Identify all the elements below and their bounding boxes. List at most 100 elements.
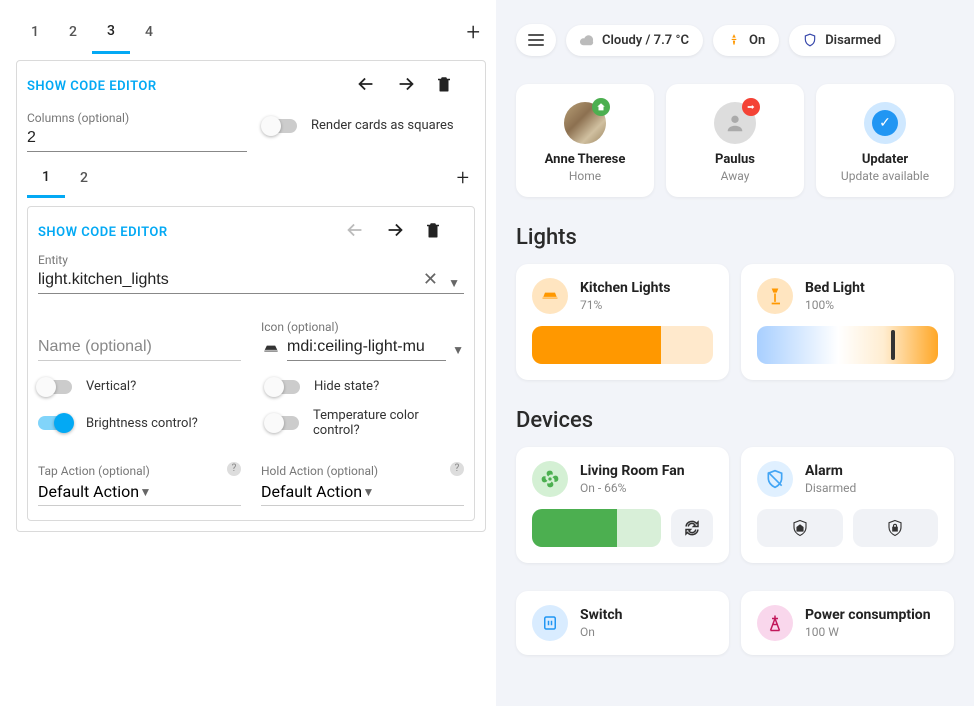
outer-tabs: 1 2 3 4 + bbox=[16, 12, 486, 52]
icon-dropdown-button[interactable]: ▼ bbox=[452, 343, 464, 357]
avatar bbox=[564, 102, 606, 144]
slider-handle[interactable] bbox=[891, 330, 895, 360]
show-code-editor-link[interactable]: SHOW CODE EDITOR bbox=[27, 79, 157, 94]
delete-button[interactable] bbox=[435, 74, 475, 94]
hold-action-help-icon[interactable]: ? bbox=[450, 462, 464, 476]
inner-tab-1[interactable]: 1 bbox=[27, 159, 65, 198]
brightness-toggle[interactable] bbox=[38, 416, 72, 430]
tab-2[interactable]: 2 bbox=[54, 12, 92, 52]
tile-title: Power consumption bbox=[805, 607, 931, 623]
weather-chip[interactable]: Cloudy / 7.7 °C bbox=[566, 25, 703, 56]
entity-input[interactable] bbox=[38, 267, 464, 294]
devices-row-2: Switch On Power consumption 100 W bbox=[516, 591, 954, 655]
vertical-toggle[interactable] bbox=[38, 380, 72, 394]
avatar: ✓ bbox=[864, 102, 906, 144]
name-input[interactable] bbox=[38, 334, 241, 361]
trash-icon bbox=[424, 220, 442, 240]
inner-move-right-button[interactable] bbox=[384, 219, 424, 241]
sync-icon bbox=[683, 519, 701, 537]
bed-light-tile[interactable]: Bed Light 100% bbox=[741, 264, 954, 380]
inner-move-left-button bbox=[344, 219, 384, 241]
person-sub: Away bbox=[676, 169, 794, 183]
arm-home-button[interactable] bbox=[757, 509, 843, 547]
tile-title: Kitchen Lights bbox=[580, 280, 670, 296]
alarm-tile[interactable]: Alarm Disarmed bbox=[741, 447, 954, 563]
arrow-right-icon bbox=[384, 219, 406, 241]
shield-icon bbox=[803, 33, 817, 47]
tab-1[interactable]: 1 bbox=[16, 12, 54, 52]
tile-title: Living Room Fan bbox=[580, 463, 685, 479]
tab-4[interactable]: 4 bbox=[130, 12, 168, 52]
brightness-slider[interactable] bbox=[532, 326, 713, 364]
person-card-2[interactable]: Paulus Away bbox=[666, 84, 804, 197]
icon-field-label: Icon (optional) bbox=[261, 320, 464, 334]
render-squares-label: Render cards as squares bbox=[311, 118, 454, 133]
temp-color-toggle[interactable] bbox=[266, 416, 299, 430]
tap-action-value: Default Action bbox=[38, 478, 140, 505]
tap-action-select[interactable]: Default Action ▼ bbox=[38, 478, 241, 506]
tile-title: Switch bbox=[580, 607, 622, 623]
person-sub: Update available bbox=[826, 169, 944, 183]
switch-tile[interactable]: Switch On bbox=[516, 591, 729, 655]
chip-row: Cloudy / 7.7 °C On Disarmed bbox=[516, 24, 954, 56]
hide-state-toggle[interactable] bbox=[266, 380, 300, 394]
person-card-3[interactable]: ✓ Updater Update available bbox=[816, 84, 954, 197]
tile-sub: Disarmed bbox=[805, 481, 856, 495]
inner-card-editor: SHOW CODE EDITOR Entity ✕ ▼ bbox=[27, 206, 475, 521]
person-card-1[interactable]: Anne Therese Home bbox=[516, 84, 654, 197]
arrow-left-icon bbox=[355, 73, 377, 95]
scene-text: On bbox=[749, 33, 765, 48]
tile-sub: On bbox=[580, 625, 622, 639]
inner-delete-button[interactable] bbox=[424, 220, 464, 240]
color-temp-slider[interactable] bbox=[757, 326, 938, 364]
alarm-chip-text: Disarmed bbox=[825, 33, 881, 48]
oscillate-button[interactable] bbox=[671, 509, 713, 547]
brightness-label: Brightness control? bbox=[86, 416, 198, 431]
hold-action-select[interactable]: Default Action ▼ bbox=[261, 478, 464, 506]
person-name: Updater bbox=[826, 152, 944, 167]
add-tab-button[interactable]: + bbox=[466, 18, 486, 46]
tab-3[interactable]: 3 bbox=[92, 11, 130, 54]
outlet-icon bbox=[532, 605, 568, 641]
ceiling-light-icon bbox=[261, 339, 281, 359]
entity-clear-button[interactable]: ✕ bbox=[423, 269, 438, 290]
person-name: Paulus bbox=[676, 152, 794, 167]
tap-action-help-icon[interactable]: ? bbox=[227, 462, 241, 476]
tap-action-label: Tap Action (optional) ? bbox=[38, 464, 241, 478]
tile-sub: On - 66% bbox=[580, 481, 685, 495]
fan-slider[interactable] bbox=[532, 509, 661, 547]
arrow-right-icon bbox=[395, 73, 417, 95]
inner-tab-2[interactable]: 2 bbox=[65, 160, 103, 196]
shield-off-icon bbox=[757, 461, 793, 497]
weather-text: Cloudy / 7.7 °C bbox=[602, 33, 689, 48]
kitchen-lights-tile[interactable]: Kitchen Lights 71% bbox=[516, 264, 729, 380]
inner-show-code-link[interactable]: SHOW CODE EDITOR bbox=[38, 225, 168, 240]
floor-lamp-icon bbox=[757, 278, 793, 314]
tile-sub: 100% bbox=[805, 298, 865, 312]
person-row: Anne Therese Home Paulus Away ✓ Updater … bbox=[516, 84, 954, 197]
power-tile[interactable]: Power consumption 100 W bbox=[741, 591, 954, 655]
hide-state-label: Hide state? bbox=[314, 379, 379, 394]
scene-chip[interactable]: On bbox=[713, 25, 779, 56]
cloud-icon bbox=[580, 33, 594, 47]
columns-input[interactable] bbox=[27, 125, 247, 152]
hold-action-value: Default Action bbox=[261, 478, 363, 505]
render-squares-toggle[interactable] bbox=[263, 119, 297, 133]
icon-input[interactable] bbox=[287, 334, 446, 361]
person-name: Anne Therese bbox=[526, 152, 644, 167]
move-left-button[interactable] bbox=[355, 73, 395, 95]
inner-tabs: 1 2 + bbox=[27, 160, 475, 196]
person-sub: Home bbox=[526, 169, 644, 183]
chevron-down-icon: ▼ bbox=[140, 481, 242, 503]
ceiling-light-icon bbox=[532, 278, 568, 314]
fan-tile[interactable]: Living Room Fan On - 66% bbox=[516, 447, 729, 563]
inner-add-tab[interactable]: + bbox=[457, 166, 475, 191]
alarm-chip[interactable]: Disarmed bbox=[789, 25, 895, 56]
entity-dropdown-button[interactable]: ▼ bbox=[448, 276, 460, 290]
arm-away-button[interactable] bbox=[853, 509, 939, 547]
arrow-left-icon bbox=[344, 219, 366, 241]
columns-label: Columns (optional) bbox=[27, 111, 247, 125]
move-right-button[interactable] bbox=[395, 73, 435, 95]
menu-chip[interactable] bbox=[516, 24, 556, 56]
shield-home-icon bbox=[791, 519, 809, 537]
